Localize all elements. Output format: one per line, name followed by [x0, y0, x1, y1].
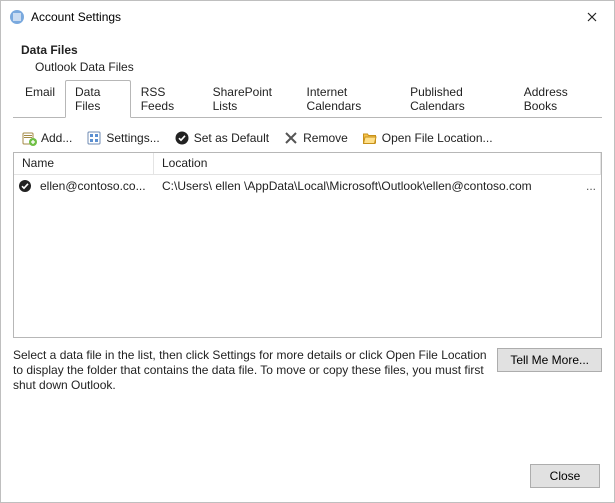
close-icon: [587, 12, 597, 22]
remove-button[interactable]: Remove: [279, 128, 352, 148]
add-icon: [21, 130, 37, 146]
row-ellipsis: ...: [581, 179, 601, 193]
tell-me-more-button[interactable]: Tell Me More...: [497, 348, 602, 372]
default-check-icon: [17, 178, 33, 194]
settings-button[interactable]: Settings...: [82, 128, 163, 148]
tab-strip: Email Data Files RSS Feeds SharePoint Li…: [13, 94, 602, 118]
row-location: C:\Users\ ellen \AppData\Local\Microsoft…: [154, 179, 581, 193]
column-header-name[interactable]: Name: [14, 153, 154, 174]
close-button[interactable]: Close: [530, 464, 600, 488]
page-subtitle: Outlook Data Files: [21, 60, 594, 74]
tab-sharepoint-lists[interactable]: SharePoint Lists: [203, 80, 297, 118]
page-title: Data Files: [21, 43, 594, 57]
tab-published-calendars[interactable]: Published Calendars: [400, 80, 514, 118]
set-default-button[interactable]: Set as Default: [170, 128, 273, 148]
open-file-location-button[interactable]: Open File Location...: [358, 128, 497, 148]
tab-rss-feeds[interactable]: RSS Feeds: [131, 80, 203, 118]
row-name: ellen@contoso.co...: [36, 179, 154, 193]
window-close-button[interactable]: [570, 1, 614, 33]
tab-data-files[interactable]: Data Files: [65, 80, 131, 118]
window-title: Account Settings: [31, 10, 121, 24]
check-circle-icon: [174, 130, 190, 146]
folder-open-icon: [362, 130, 378, 146]
open-file-location-label: Open File Location...: [382, 131, 493, 145]
list-header: Name Location: [14, 153, 601, 175]
table-row[interactable]: ellen@contoso.co... C:\Users\ ellen \App…: [14, 175, 601, 197]
settings-icon: [86, 130, 102, 146]
remove-icon: [283, 130, 299, 146]
set-default-label: Set as Default: [194, 131, 269, 145]
hint-text: Select a data file in the list, then cli…: [13, 348, 487, 393]
title-bar: Account Settings: [1, 1, 614, 33]
tab-address-books[interactable]: Address Books: [514, 80, 602, 118]
app-icon: [9, 9, 25, 25]
tab-internet-calendars[interactable]: Internet Calendars: [297, 80, 401, 118]
add-label: Add...: [41, 131, 72, 145]
add-button[interactable]: Add...: [17, 128, 76, 148]
column-header-location[interactable]: Location: [154, 153, 601, 174]
remove-label: Remove: [303, 131, 348, 145]
settings-label: Settings...: [106, 131, 159, 145]
tab-email[interactable]: Email: [15, 80, 65, 118]
toolbar: Add... Settings... Set as Default Remove…: [13, 124, 602, 152]
data-file-list: Name Location ellen@contoso.co... C:\Use…: [13, 152, 602, 338]
